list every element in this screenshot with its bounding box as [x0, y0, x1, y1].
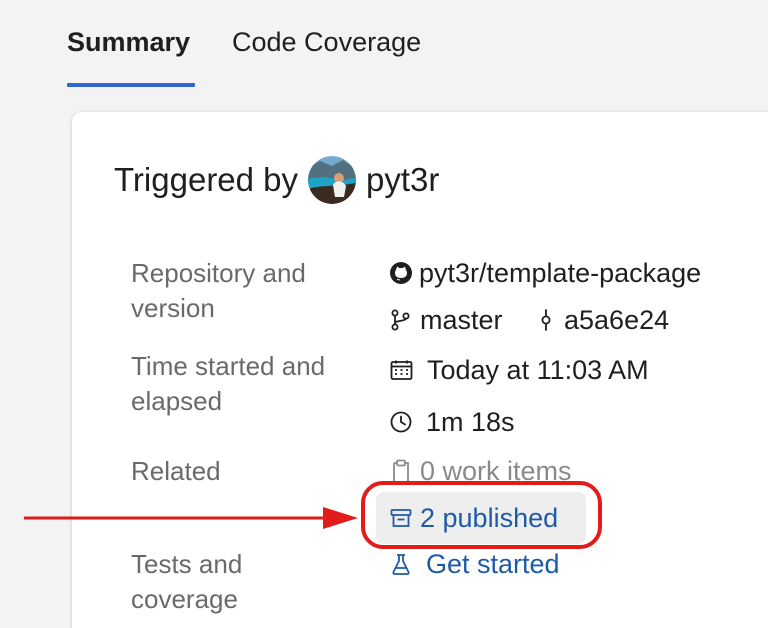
- branch-row: master: [390, 303, 503, 337]
- highlight-circle: [361, 481, 602, 549]
- elapsed-value: 1m 18s: [426, 407, 515, 437]
- branch-name[interactable]: master: [420, 303, 503, 337]
- tests-get-started-link[interactable]: Get started: [389, 547, 560, 581]
- clock-icon: [390, 411, 412, 433]
- elapsed-label: elapsed: [131, 386, 223, 416]
- commit-hash[interactable]: a5a6e24: [564, 303, 669, 337]
- tab-summary[interactable]: Summary: [67, 26, 190, 58]
- time-started-row: Today at 11:03 AM: [389, 353, 649, 387]
- repository-label: Repository and: [131, 258, 306, 288]
- commit-icon: [541, 309, 551, 331]
- tests-link-text: Get started: [426, 549, 560, 579]
- calendar-icon: [390, 360, 413, 380]
- triggered-by-row: Triggered by pyt3r: [114, 156, 439, 204]
- repository-name: pyt3r/template-package: [419, 258, 702, 288]
- related-label: Related: [131, 456, 221, 486]
- avatar[interactable]: [308, 156, 357, 204]
- time-started-label: Time started and: [131, 351, 326, 381]
- selected-tab-indicator: [67, 83, 195, 87]
- commit-row: a5a6e24: [538, 303, 669, 337]
- build-summary-page: Summary Code Coverage Triggered by pyt3r…: [0, 0, 768, 628]
- coverage-label: coverage: [131, 584, 238, 614]
- tab-code-coverage[interactable]: Code Coverage: [232, 26, 421, 58]
- tests-label: Tests and: [131, 549, 243, 579]
- time-started-value: Today at 11:03 AM: [427, 355, 649, 385]
- beaker-icon: [392, 554, 410, 575]
- triggered-by-label: Triggered by: [114, 161, 299, 198]
- elapsed-row: 1m 18s: [389, 405, 515, 439]
- tab-bar: Summary Code Coverage: [0, 0, 768, 92]
- red-arrow-icon: [24, 507, 358, 529]
- github-icon: [390, 262, 412, 284]
- repository-link[interactable]: pyt3r/template-package: [389, 256, 701, 290]
- branch-icon: [391, 309, 410, 331]
- version-label: version: [131, 293, 215, 323]
- triggered-by-user[interactable]: pyt3r: [366, 160, 439, 200]
